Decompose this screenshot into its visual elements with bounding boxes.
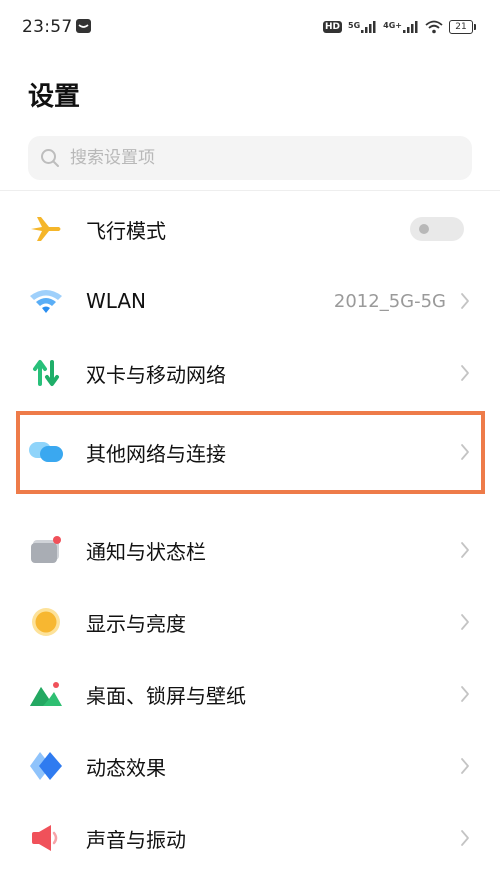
toggle-knob <box>419 224 429 234</box>
wifi-status-icon <box>425 20 443 34</box>
settings-item-display[interactable]: 显示与亮度 <box>0 586 500 658</box>
battery-icon: 21 <box>449 20 476 34</box>
hd-icon: HD <box>323 21 343 33</box>
settings-item-label: 双卡与移动网络 <box>86 362 226 387</box>
settings-item-label: 通知与状态栏 <box>86 539 206 564</box>
settings-item-label: 动态效果 <box>86 755 166 780</box>
settings-item-label: 桌面、锁屏与壁纸 <box>86 683 246 708</box>
settings-item-notifications[interactable]: 通知与状态栏 <box>0 514 500 586</box>
settings-item-label: 显示与亮度 <box>86 611 186 636</box>
settings-item-wallpaper[interactable]: 桌面、锁屏与壁纸 <box>0 658 500 730</box>
settings-item-label: WLAN <box>86 289 147 313</box>
settings-item-wlan[interactable]: WLAN 2012_5G-5G <box>0 265 500 337</box>
notification-panel-icon <box>28 532 64 568</box>
page-title: 设置 <box>28 82 81 112</box>
battery-level: 21 <box>455 22 467 32</box>
chevron-right-icon <box>461 365 469 381</box>
mountain-landscape-icon <box>28 676 64 712</box>
sim2-network-label: 4G+ <box>383 21 402 30</box>
wifi-icon <box>28 283 64 319</box>
hd-label: HD <box>323 21 343 33</box>
airplane-icon <box>28 211 64 247</box>
settings-item-label: 飞行模式 <box>86 218 166 243</box>
settings-item-airplane-mode[interactable]: 飞行模式 <box>0 193 500 265</box>
chevron-right-icon <box>461 758 469 774</box>
settings-item-dual-sim[interactable]: 双卡与移动网络 <box>0 337 500 409</box>
chevron-right-icon <box>461 542 469 558</box>
status-bar: 23:57 HD 5G 4G+ 21 <box>0 0 500 56</box>
divider <box>0 190 500 191</box>
status-indicators: HD 5G 4G+ 21 <box>323 16 476 38</box>
sim1-signal-icon: 5G <box>348 21 377 33</box>
settings-item-sound[interactable]: 声音与振动 <box>0 802 500 874</box>
chevron-right-icon <box>461 830 469 846</box>
airplane-mode-toggle[interactable] <box>410 217 464 241</box>
chevron-right-icon <box>461 614 469 630</box>
dual-sim-arrows-icon <box>28 355 64 391</box>
chevron-right-icon <box>461 686 469 702</box>
highlight-frame <box>16 411 485 494</box>
settings-item-label: 声音与振动 <box>86 827 186 852</box>
motion-diamond-icon <box>28 748 64 784</box>
wlan-network-name: 2012_5G-5G <box>333 290 446 312</box>
chevron-right-icon <box>461 293 469 309</box>
status-time: 23:57 <box>22 17 73 37</box>
search-box[interactable] <box>28 136 472 180</box>
sim1-network-label: 5G <box>348 21 361 30</box>
message-notification-icon <box>76 19 91 33</box>
search-input[interactable] <box>70 148 450 168</box>
speaker-icon <box>28 820 64 856</box>
search-icon <box>41 149 59 167</box>
sim2-signal-icon: 4G+ <box>383 21 419 33</box>
settings-item-animation[interactable]: 动态效果 <box>0 730 500 802</box>
brightness-sun-icon <box>28 604 64 640</box>
